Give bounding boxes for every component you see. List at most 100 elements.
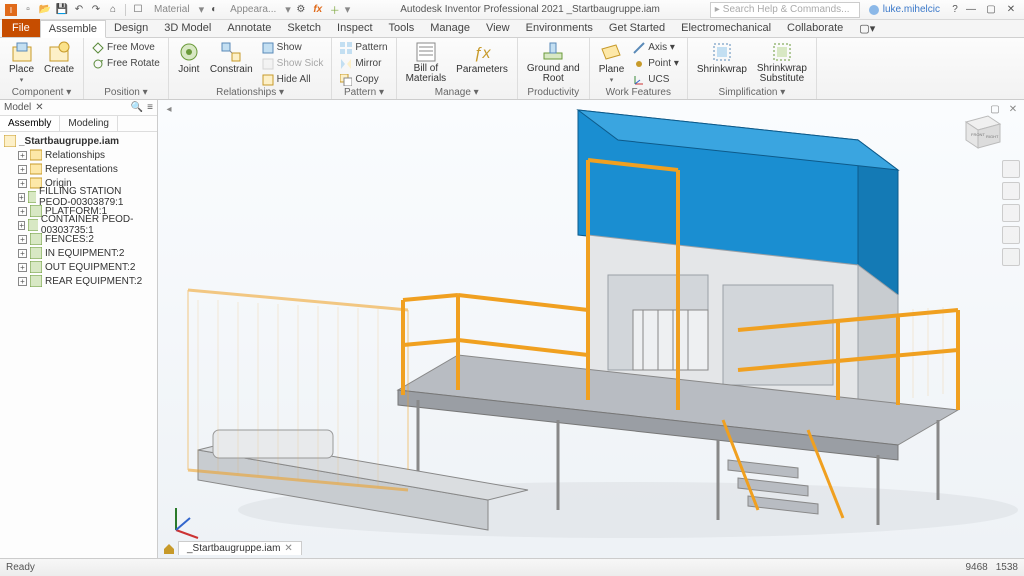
- plane-button[interactable]: Plane▾: [596, 40, 628, 85]
- material-dropdown[interactable]: Material: [154, 4, 190, 15]
- pattern-button[interactable]: Pattern: [338, 40, 389, 55]
- place-button[interactable]: Place▾: [6, 40, 37, 85]
- tab-collaborate[interactable]: Collaborate: [779, 19, 851, 37]
- tab-design[interactable]: Design: [106, 19, 156, 37]
- document-tab[interactable]: _Startbaugruppe.iam ✕: [178, 541, 302, 555]
- minimize-button[interactable]: —: [962, 3, 980, 17]
- tab-3dmodel[interactable]: 3D Model: [156, 19, 219, 37]
- show-sick-button[interactable]: Show Sick: [260, 56, 326, 71]
- home-icon[interactable]: ⌂: [106, 3, 120, 17]
- hide-all-button[interactable]: Hide All: [260, 72, 326, 87]
- browser-search-icon[interactable]: 🔍: [131, 102, 143, 113]
- redo-icon[interactable]: ↷: [89, 3, 103, 17]
- tree-item[interactable]: +CONTAINER PEOD-00303735:1: [2, 218, 155, 232]
- expand-icon[interactable]: +: [18, 277, 27, 286]
- tab-getstarted[interactable]: Get Started: [601, 19, 673, 37]
- file-tab[interactable]: File: [2, 19, 40, 37]
- viewcube[interactable]: FRONT RIGHT: [960, 108, 1004, 152]
- expand-icon[interactable]: +: [18, 249, 27, 258]
- subassembly-icon: [30, 261, 42, 273]
- copy-icon: [340, 74, 352, 86]
- expand-icon[interactable]: +: [18, 179, 27, 188]
- home-tab-icon[interactable]: [162, 541, 176, 555]
- tree-item[interactable]: +IN EQUIPMENT:2: [2, 246, 155, 260]
- close-tab-icon[interactable]: ✕: [284, 543, 292, 554]
- appearance-dropdown[interactable]: Appeara...: [230, 4, 276, 15]
- expand-icon[interactable]: +: [18, 221, 25, 230]
- app-menu-icon[interactable]: I: [4, 3, 18, 17]
- expand-icon[interactable]: +: [18, 207, 27, 216]
- fx-icon[interactable]: fx: [311, 3, 325, 17]
- new-icon[interactable]: ▫: [21, 3, 35, 17]
- tab-manage[interactable]: Manage: [422, 19, 478, 37]
- user-account[interactable]: luke.mihelcic: [868, 4, 940, 16]
- save-icon[interactable]: 💾: [55, 3, 69, 17]
- axis-button[interactable]: Axis ▾: [631, 40, 681, 55]
- point-button[interactable]: Point ▾: [631, 56, 681, 71]
- expand-icon[interactable]: +: [18, 193, 25, 202]
- browser-header: Model ✕ 🔍 ≡: [0, 100, 157, 116]
- expand-icon[interactable]: +: [18, 235, 27, 244]
- measure-icon[interactable]: ⚙: [294, 3, 308, 17]
- undo-icon[interactable]: ↶: [72, 3, 86, 17]
- browser-close-icon[interactable]: ✕: [35, 102, 43, 113]
- select-icon[interactable]: ☐: [131, 3, 145, 17]
- tree-root[interactable]: _Startbaugruppe.iam: [2, 134, 155, 148]
- ribbon: Place▾ Create Component ▾ Free Move Free…: [0, 38, 1024, 100]
- joint-button[interactable]: Joint: [175, 40, 203, 76]
- copy-button[interactable]: Copy: [338, 72, 389, 87]
- zoom-icon[interactable]: [1002, 204, 1020, 222]
- search-icon: ▸: [715, 4, 720, 15]
- ground-root-button[interactable]: Ground and Root: [524, 40, 583, 85]
- panel-manage: Bill of Materials ƒxParameters Manage ▾: [397, 38, 518, 99]
- ucs-button[interactable]: UCS: [631, 72, 681, 87]
- free-move-button[interactable]: Free Move: [90, 40, 162, 55]
- free-rotate-button[interactable]: Free Rotate: [90, 56, 162, 71]
- title-bar: I ▫ 📂 💾 ↶ ↷ ⌂ ☐ Material ▾ ◐ Appeara... …: [0, 0, 1024, 20]
- create-button[interactable]: Create: [41, 40, 77, 76]
- tab-inspect[interactable]: Inspect: [329, 19, 380, 37]
- shrinkwrap-sub-button[interactable]: Shrinkwrap Substitute: [754, 40, 810, 85]
- panel-relationships: Joint Constrain Show Show Sick Hide All …: [169, 38, 333, 99]
- constrain-button[interactable]: Constrain: [207, 40, 256, 76]
- steering-wheel-icon[interactable]: [1002, 160, 1020, 178]
- parameters-button[interactable]: ƒxParameters: [453, 40, 511, 76]
- browser-menu-icon[interactable]: ≡: [147, 102, 153, 113]
- tab-sketch[interactable]: Sketch: [279, 19, 329, 37]
- open-icon[interactable]: 📂: [38, 3, 52, 17]
- mirror-button[interactable]: Mirror: [338, 56, 389, 71]
- bom-button[interactable]: Bill of Materials: [403, 40, 450, 85]
- add-icon[interactable]: ＋: [328, 3, 342, 17]
- tab-tools[interactable]: Tools: [381, 19, 423, 37]
- panel-title: Simplification ▾: [694, 87, 810, 99]
- search-help-input[interactable]: ▸ Search Help & Commands...: [710, 2, 860, 18]
- maximize-button[interactable]: ▢: [982, 3, 1000, 17]
- panel-pattern: Pattern Mirror Copy Pattern ▾: [332, 38, 396, 99]
- shrinkwrap-button[interactable]: Shrinkwrap: [694, 40, 750, 76]
- browser-tab-modeling[interactable]: Modeling: [60, 116, 118, 131]
- tab-overflow[interactable]: ▢▾: [851, 19, 883, 37]
- expand-icon[interactable]: +: [18, 151, 27, 160]
- pan-icon[interactable]: [1002, 182, 1020, 200]
- 3d-viewport[interactable]: ◂ ▢ ✕: [158, 100, 1024, 558]
- appearance-swatch-icon[interactable]: ◐: [207, 3, 221, 17]
- tab-annotate[interactable]: Annotate: [219, 19, 279, 37]
- tree-folder[interactable]: +Representations: [2, 162, 155, 176]
- tab-electromech[interactable]: Electromechanical: [673, 19, 779, 37]
- tree-item[interactable]: +FILLING STATION PEOD-00303879:1: [2, 190, 155, 204]
- mirror-icon: [340, 58, 352, 70]
- show-button[interactable]: Show: [260, 40, 326, 55]
- expand-icon[interactable]: +: [18, 263, 27, 272]
- expand-icon[interactable]: +: [18, 165, 27, 174]
- tree-item[interactable]: +OUT EQUIPMENT:2: [2, 260, 155, 274]
- orbit-icon[interactable]: [1002, 226, 1020, 244]
- tree-item[interactable]: +REAR EQUIPMENT:2: [2, 274, 155, 288]
- tab-assemble[interactable]: Assemble: [40, 20, 106, 38]
- tab-view[interactable]: View: [478, 19, 518, 37]
- lookat-icon[interactable]: [1002, 248, 1020, 266]
- help-icon[interactable]: ?: [948, 3, 962, 17]
- tree-folder[interactable]: +Relationships: [2, 148, 155, 162]
- tab-environments[interactable]: Environments: [518, 19, 601, 37]
- browser-tab-assembly[interactable]: Assembly: [0, 116, 60, 131]
- close-button[interactable]: ✕: [1002, 3, 1020, 17]
